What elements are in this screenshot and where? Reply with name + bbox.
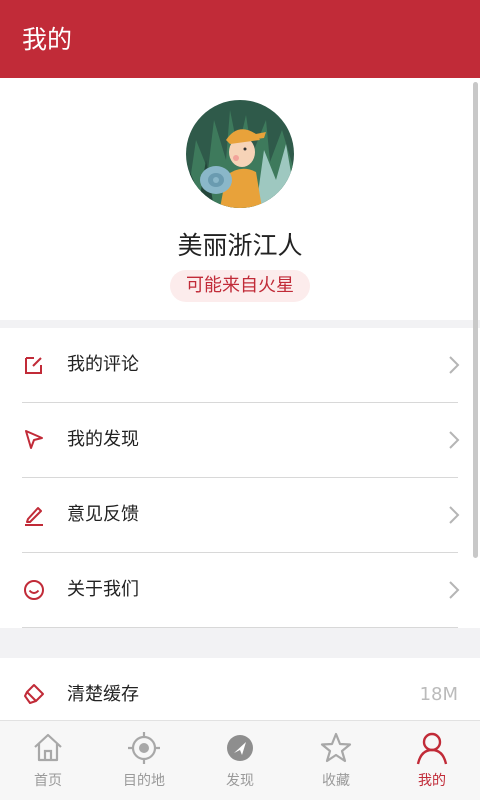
divider <box>22 627 458 628</box>
tab-label: 收藏 <box>322 773 350 789</box>
chevron-right-icon <box>449 431 460 449</box>
menu-list: 我的评论 我的发现 意见反馈 关于我们 <box>0 328 480 628</box>
user-nickname: 美丽浙江人 <box>177 231 303 260</box>
tab-favorites[interactable]: 收藏 <box>288 721 384 800</box>
tab-label: 发现 <box>226 773 254 789</box>
clear-cache-label: 清楚缓存 <box>67 684 139 705</box>
menu-item-label: 关于我们 <box>67 579 139 600</box>
page-title: 我的 <box>22 25 73 54</box>
menu-item-my-discoveries[interactable]: 我的发现 <box>0 403 480 478</box>
smile-icon <box>24 580 44 600</box>
menu-item-label: 我的发现 <box>67 429 139 450</box>
tab-label: 我的 <box>418 773 446 789</box>
menu-item-label: 我的评论 <box>67 354 139 375</box>
tab-label: 目的地 <box>123 773 165 789</box>
person-icon <box>416 732 448 765</box>
tab-label: 首页 <box>34 773 62 789</box>
cache-size-value: 18M <box>419 684 458 705</box>
bottom-tab-bar: 首页 目的地 发现 收藏 我的 <box>0 720 480 800</box>
profile-card: 美丽浙江人 可能来自火星 <box>0 78 480 320</box>
chevron-right-icon <box>449 506 460 524</box>
clear-cache-row[interactable]: 清楚缓存 18M <box>0 658 480 720</box>
menu-item-feedback[interactable]: 意见反馈 <box>0 478 480 553</box>
avatar-illustration-icon <box>186 100 294 208</box>
avatar[interactable] <box>186 100 294 208</box>
compass-icon <box>227 735 253 761</box>
scrollbar[interactable] <box>473 82 478 558</box>
tab-discover[interactable]: 发现 <box>192 721 288 800</box>
home-icon <box>34 733 62 762</box>
edit-square-icon <box>25 357 42 374</box>
chevron-right-icon <box>449 356 460 374</box>
tab-destination[interactable]: 目的地 <box>96 721 192 800</box>
tab-home[interactable]: 首页 <box>0 721 96 800</box>
target-icon <box>128 732 160 764</box>
user-tagline-badge: 可能来自火星 <box>170 270 310 302</box>
eraser-icon <box>24 684 44 704</box>
chevron-right-icon <box>449 581 460 599</box>
cursor-arrow-icon <box>25 430 43 449</box>
menu-item-label: 意见反馈 <box>67 504 139 525</box>
menu-item-about-us[interactable]: 关于我们 <box>0 553 480 628</box>
app-header: 我的 <box>0 0 480 78</box>
menu-item-my-comments[interactable]: 我的评论 <box>0 328 480 403</box>
star-icon <box>320 732 352 763</box>
pencil-icon <box>25 507 43 526</box>
tab-mine[interactable]: 我的 <box>384 721 480 800</box>
